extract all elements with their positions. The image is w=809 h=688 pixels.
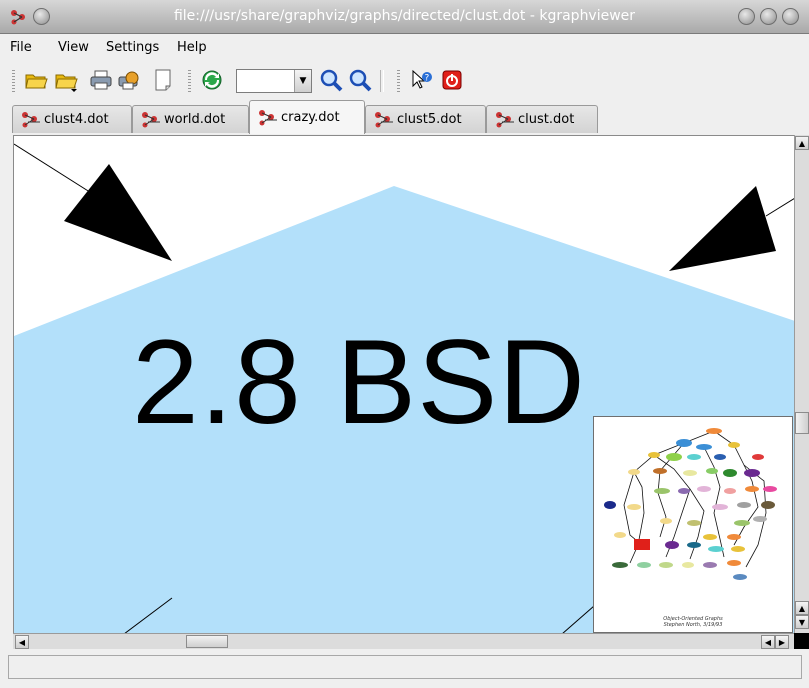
edge-arrowhead bbox=[669, 186, 776, 271]
tab-clust5[interactable]: clust5.dot bbox=[365, 105, 486, 133]
quit-icon[interactable] bbox=[439, 67, 465, 93]
zoom-in-icon[interactable] bbox=[318, 67, 344, 93]
tab-label: clust.dot bbox=[518, 112, 575, 127]
menu-settings[interactable]: Settings bbox=[106, 40, 159, 55]
print-icon[interactable] bbox=[88, 67, 114, 93]
open-recent-icon[interactable] bbox=[53, 67, 79, 93]
birdseye-caption-line2: Stephen North, 3/19/93 bbox=[663, 622, 723, 628]
main-toolbar: ▼ ? bbox=[0, 62, 809, 100]
horizontal-scrollbar[interactable]: ◀ ◀ ▶ bbox=[13, 633, 794, 649]
tab-label: world.dot bbox=[164, 112, 226, 127]
print-preview-icon[interactable] bbox=[116, 67, 142, 93]
graph-file-icon bbox=[142, 111, 160, 127]
svg-text:?: ? bbox=[425, 74, 430, 84]
minimize-button[interactable] bbox=[738, 8, 755, 25]
birdseye-view[interactable]: Object-Oriented Graphs Stephen North, 3/… bbox=[593, 416, 793, 633]
window-title: file:///usr/share/graphviz/graphs/direct… bbox=[173, 8, 636, 24]
zoom-combobox[interactable]: ▼ bbox=[236, 69, 312, 93]
graph-file-icon bbox=[259, 109, 277, 125]
scroll-left-button[interactable]: ◀ bbox=[15, 635, 29, 649]
document-tabbar: clust4.dot world.dot crazy.dot clust5.do… bbox=[0, 100, 809, 134]
whats-this-icon[interactable]: ? bbox=[408, 67, 434, 93]
close-button[interactable] bbox=[782, 8, 799, 25]
scroll-corner bbox=[794, 633, 809, 649]
menu-help[interactable]: Help bbox=[177, 40, 207, 55]
new-page-icon[interactable] bbox=[150, 67, 176, 93]
toolbar-grip[interactable] bbox=[12, 70, 15, 92]
scroll-up-button-lower[interactable]: ▲ bbox=[795, 601, 809, 615]
toolbar-grip[interactable] bbox=[188, 70, 191, 92]
maximize-button[interactable] bbox=[760, 8, 777, 25]
window-titlebar[interactable]: file:///usr/share/graphviz/graphs/direct… bbox=[0, 0, 809, 34]
menu-view[interactable]: View bbox=[58, 40, 89, 55]
chevron-down-icon[interactable]: ▼ bbox=[294, 70, 311, 92]
open-folder-icon[interactable] bbox=[23, 67, 49, 93]
birdseye-graph-thumbnail bbox=[604, 428, 777, 580]
tab-label: clust4.dot bbox=[44, 112, 109, 127]
scroll-right-button[interactable]: ▶ bbox=[775, 635, 789, 649]
graph-file-icon bbox=[22, 111, 40, 127]
tab-label: crazy.dot bbox=[281, 110, 340, 125]
graph-file-icon bbox=[375, 111, 393, 127]
tab-label: clust5.dot bbox=[397, 112, 462, 127]
toolbar-separator bbox=[380, 70, 384, 92]
zoom-out-icon[interactable] bbox=[347, 67, 373, 93]
vertical-scrollbar[interactable]: ▲ ▲ ▼ bbox=[794, 135, 809, 633]
toolbar-grip[interactable] bbox=[397, 70, 400, 92]
tab-world[interactable]: world.dot bbox=[132, 105, 249, 133]
scroll-left-button-right[interactable]: ◀ bbox=[761, 635, 775, 649]
menu-file[interactable]: File bbox=[10, 40, 32, 55]
horizontal-scroll-thumb[interactable] bbox=[186, 635, 228, 648]
statusbar bbox=[8, 655, 802, 679]
tab-clust4[interactable]: clust4.dot bbox=[12, 105, 132, 133]
reload-icon[interactable] bbox=[199, 67, 225, 93]
edge-arrowhead bbox=[64, 164, 172, 261]
tab-clust[interactable]: clust.dot bbox=[486, 105, 598, 133]
tab-crazy[interactable]: crazy.dot bbox=[249, 100, 365, 134]
menubar: File View Settings Help bbox=[0, 34, 809, 62]
graph-node-label: 2.8 BSD bbox=[132, 315, 586, 449]
graph-file-icon bbox=[496, 111, 514, 127]
graph-edge bbox=[765, 197, 795, 217]
vertical-scroll-thumb[interactable] bbox=[795, 412, 809, 434]
scroll-down-button[interactable]: ▼ bbox=[795, 615, 809, 629]
scroll-up-button[interactable]: ▲ bbox=[795, 136, 809, 150]
